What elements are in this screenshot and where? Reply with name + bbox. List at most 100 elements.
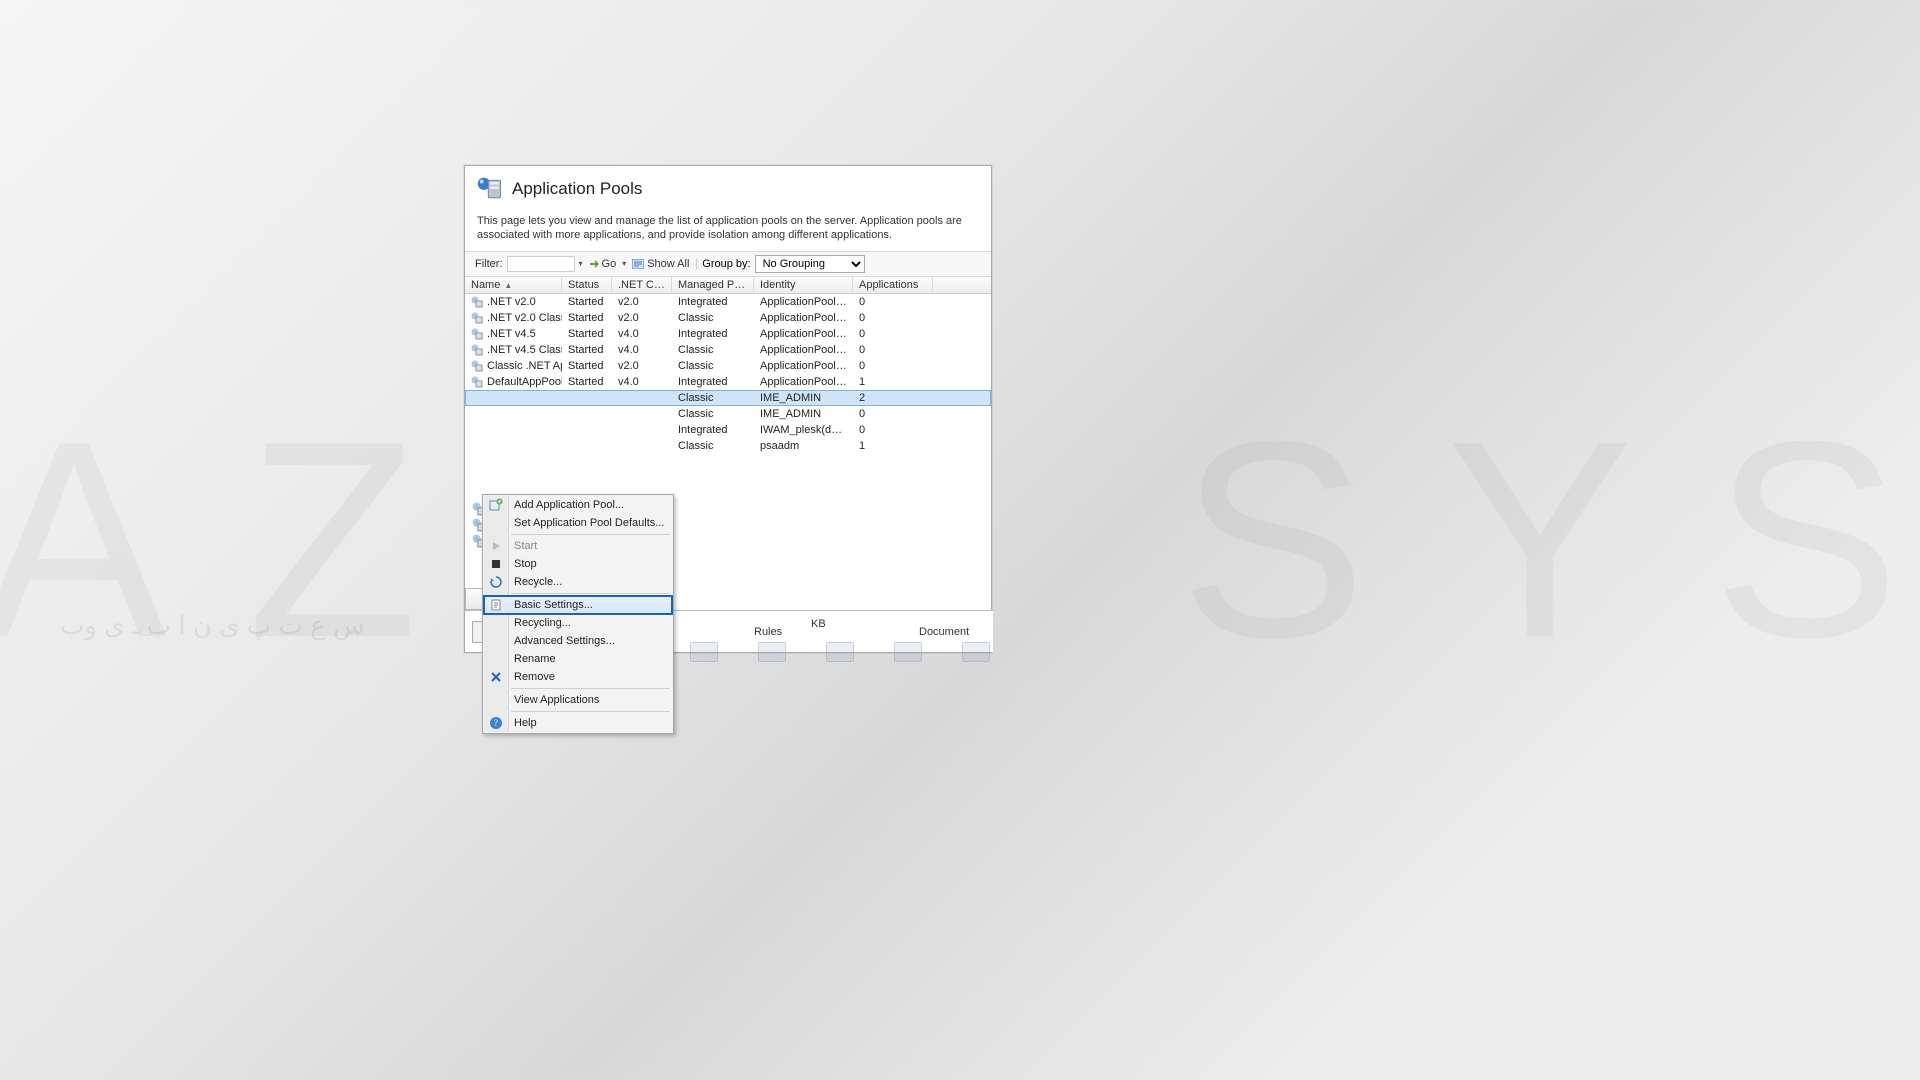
table-row[interactable]: .NET v4.5 ClassicStartedv4.0ClassicAppli… — [465, 342, 991, 358]
table-row[interactable]: Classic .NET Ap...Startedv2.0ClassicAppl… — [465, 358, 991, 374]
cm-view-applications[interactable]: View Applications — [484, 691, 672, 709]
show-all-button[interactable]: Show All — [630, 258, 691, 270]
table-row[interactable]: DefaultAppPoolStartedv4.0IntegratedAppli… — [465, 374, 991, 390]
cell-identity: ApplicationPoolId... — [754, 376, 853, 388]
filter-label: Filter: — [475, 258, 503, 270]
cell-identity: ApplicationPoolId... — [754, 328, 853, 340]
cell-identity: IME_ADMIN — [754, 408, 853, 420]
pool-icon — [471, 312, 483, 324]
page-title: Application Pools — [512, 179, 642, 199]
cell-pipeline: Classic — [672, 312, 754, 324]
remove-icon — [489, 670, 503, 684]
cm-add-app-pool[interactable]: Add Application Pool... — [484, 496, 672, 514]
icon-fragment — [894, 642, 922, 662]
pool-icon — [471, 328, 483, 340]
help-icon: ? — [489, 716, 503, 730]
cell-apps: 0 — [853, 328, 933, 340]
table-row[interactable]: ClassicIME_ADMIN2 — [465, 390, 991, 406]
cell-pipeline: Classic — [672, 344, 754, 356]
table-row[interactable]: .NET v2.0 ClassicStartedv2.0ClassicAppli… — [465, 310, 991, 326]
cell-status: Started — [562, 328, 612, 340]
cell-apps: 1 — [853, 440, 933, 452]
cell-apps: 0 — [853, 344, 933, 356]
icon-fragment — [690, 642, 718, 662]
app-pools-icon — [476, 175, 504, 203]
pools-grid: Name▲ Status .NET CLR V... Managed Pipel… — [465, 277, 991, 454]
filter-input[interactable] — [507, 256, 575, 272]
cell-identity: psaadm — [754, 440, 853, 452]
cell-identity: IME_ADMIN — [754, 392, 853, 404]
stop-icon — [489, 557, 503, 571]
cell-pipeline: Classic — [672, 392, 754, 404]
iis-app-pools-pane: Application Pools This page lets you vie… — [464, 165, 992, 653]
cm-start: Start — [484, 537, 672, 555]
cell-clr: v2.0 — [612, 296, 672, 308]
icon-fragment — [826, 642, 854, 662]
cm-rename[interactable]: Rename — [484, 650, 672, 668]
cell-status: Started — [562, 344, 612, 356]
cm-recycling[interactable]: Recycling... — [484, 614, 672, 632]
go-button[interactable]: Go — [587, 258, 619, 270]
cell-identity: ApplicationPoolId... — [754, 296, 853, 308]
cm-set-defaults[interactable]: Set Application Pool Defaults... — [484, 514, 672, 532]
cm-remove[interactable]: Remove — [484, 668, 672, 686]
cell-apps: 0 — [853, 312, 933, 324]
grid-header: Name▲ Status .NET CLR V... Managed Pipel… — [465, 277, 991, 294]
cell-apps: 0 — [853, 360, 933, 372]
recycle-icon — [489, 575, 503, 589]
cm-separator — [511, 688, 670, 689]
toolbar-separator: | — [695, 258, 698, 270]
filter-toolbar: Filter: ▾ Go ▾ Show All | Group by: No G… — [465, 251, 991, 277]
cm-stop[interactable]: Stop — [484, 555, 672, 573]
rules-label-fragment: Rules — [754, 626, 782, 638]
group-by-select[interactable]: No Grouping — [755, 255, 865, 273]
filter-dropdown-icon[interactable]: ▾ — [579, 259, 583, 268]
cm-help[interactable]: ? Help — [484, 714, 672, 732]
col-identity[interactable]: Identity — [754, 277, 853, 293]
sort-asc-icon: ▲ — [500, 281, 512, 290]
table-row[interactable]: Classicpsaadm1 — [465, 438, 991, 454]
col-name[interactable]: Name▲ — [465, 277, 562, 293]
cell-apps: 0 — [853, 296, 933, 308]
cell-pipeline: Integrated — [672, 424, 754, 436]
col-net-clr[interactable]: .NET CLR V... — [612, 277, 672, 293]
cell-name: .NET v2.0 — [487, 296, 536, 308]
cell-apps: 0 — [853, 424, 933, 436]
cell-name: DefaultAppPool — [487, 376, 562, 388]
play-icon — [489, 539, 503, 553]
icon-fragment — [758, 642, 786, 662]
cell-identity: ApplicationPoolId... — [754, 344, 853, 356]
table-row[interactable]: .NET v2.0Startedv2.0IntegratedApplicatio… — [465, 294, 991, 310]
go-label: Go — [602, 258, 617, 270]
context-menu: Add Application Pool... Set Application … — [482, 494, 674, 734]
svg-text:?: ? — [494, 718, 498, 728]
table-row[interactable]: IntegratedIWAM_plesk(defa...0 — [465, 422, 991, 438]
cm-advanced-settings[interactable]: Advanced Settings... — [484, 632, 672, 650]
pool-icon — [471, 344, 483, 356]
cm-recycle[interactable]: Recycle... — [484, 573, 672, 591]
cell-identity: IWAM_plesk(defa... — [754, 424, 853, 436]
pool-icon — [471, 296, 483, 308]
go-dropdown-icon[interactable]: ▾ — [622, 259, 626, 268]
cell-pipeline: Classic — [672, 360, 754, 372]
cm-basic-settings[interactable]: Basic Settings... — [484, 596, 672, 614]
watermark-right: SYS — [1180, 380, 1920, 701]
cell-name: .NET v4.5 — [487, 328, 536, 340]
cell-clr: v2.0 — [612, 360, 672, 372]
col-pipeline[interactable]: Managed Pipel... — [672, 277, 754, 293]
icon-fragment — [962, 642, 990, 662]
cell-pipeline: Classic — [672, 408, 754, 420]
table-row[interactable]: ClassicIME_ADMIN0 — [465, 406, 991, 422]
group-by-label: Group by: — [702, 258, 750, 270]
pool-icon — [471, 376, 483, 388]
cell-pipeline: Integrated — [672, 376, 754, 388]
cell-identity: ApplicationPoolId... — [754, 360, 853, 372]
col-status[interactable]: Status — [562, 277, 612, 293]
header-area: Application Pools — [465, 166, 991, 213]
document-label-fragment: Document — [919, 626, 969, 638]
col-apps[interactable]: Applications — [853, 277, 933, 293]
pool-icon — [471, 360, 483, 372]
add-icon — [489, 498, 503, 512]
cell-clr: v4.0 — [612, 376, 672, 388]
table-row[interactable]: .NET v4.5Startedv4.0IntegratedApplicatio… — [465, 326, 991, 342]
